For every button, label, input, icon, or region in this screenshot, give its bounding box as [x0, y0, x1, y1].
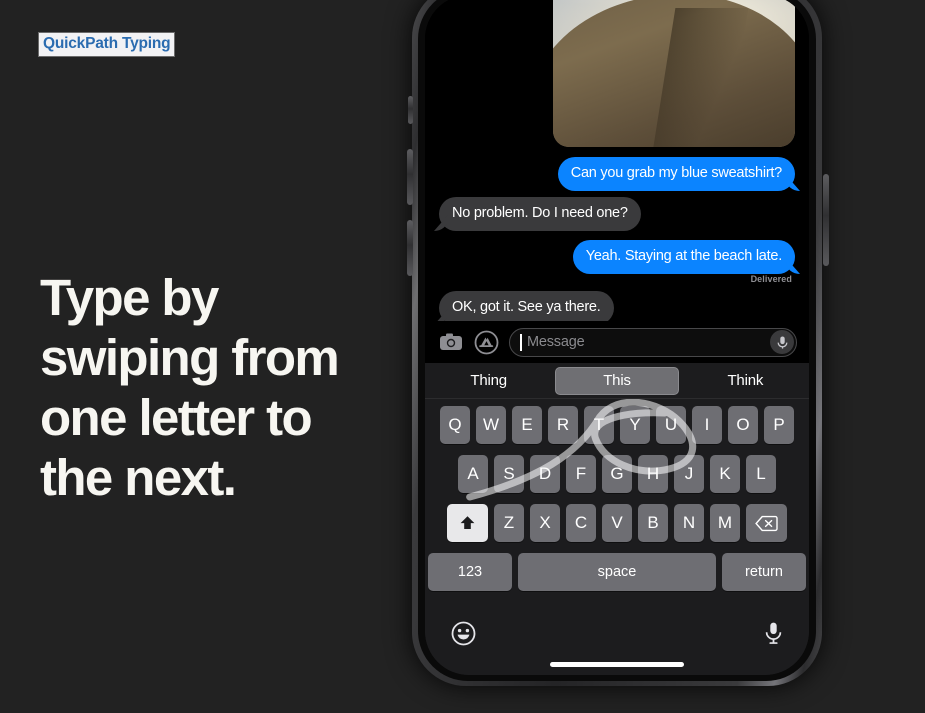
- camera-icon[interactable]: [437, 329, 464, 356]
- backspace-icon: [755, 515, 778, 531]
- shift-arrow-icon: [460, 516, 475, 529]
- message-bubble-incoming[interactable]: No problem. Do I need one?: [439, 197, 641, 231]
- prediction-think[interactable]: Think: [685, 367, 806, 395]
- backspace-key[interactable]: [746, 504, 787, 542]
- key-s[interactable]: S: [494, 455, 524, 493]
- message-bubble-outgoing[interactable]: Can you grab my blue sweatshirt?: [557, 157, 795, 191]
- key-w[interactable]: W: [476, 406, 506, 444]
- silent-switch[interactable]: [408, 96, 413, 124]
- keyboard-row-2: A S D F G H J K L: [428, 455, 806, 493]
- key-f[interactable]: F: [566, 455, 596, 493]
- predictive-text-bar: Thing This Think: [425, 363, 809, 399]
- prediction-thing[interactable]: Thing: [428, 367, 549, 395]
- text-cursor: [520, 333, 522, 351]
- key-c[interactable]: C: [566, 504, 596, 542]
- key-x[interactable]: X: [530, 504, 560, 542]
- key-b[interactable]: B: [638, 504, 668, 542]
- key-p[interactable]: P: [764, 406, 794, 444]
- key-l[interactable]: L: [746, 455, 776, 493]
- keyboard-keys-area: Q W E R T Y U I O P A S D F G H J K L Z …: [425, 399, 809, 591]
- key-u[interactable]: U: [656, 406, 686, 444]
- side-power-button[interactable]: [823, 174, 829, 266]
- keyboard-row-1: Q W E R T Y U I O P: [428, 406, 806, 444]
- status-badge: Delivered: [750, 274, 792, 284]
- space-key[interactable]: space: [518, 553, 716, 591]
- message-input[interactable]: Message: [509, 327, 797, 357]
- microphone-icon[interactable]: [770, 330, 794, 354]
- message-input-bar: Message: [425, 321, 809, 363]
- feature-tag: QuickPath Typing: [37, 32, 176, 57]
- message-bubble-outgoing[interactable]: Yeah. Staying at the beach late.: [572, 240, 795, 274]
- key-n[interactable]: N: [674, 504, 704, 542]
- key-g[interactable]: G: [602, 455, 632, 493]
- volume-down-button[interactable]: [407, 220, 413, 276]
- numbers-key[interactable]: 123: [428, 553, 512, 591]
- key-v[interactable]: V: [602, 504, 632, 542]
- key-d[interactable]: D: [530, 455, 560, 493]
- key-k[interactable]: K: [710, 455, 740, 493]
- phone-screen: Can you grab my blue sweatshirt? No prob…: [425, 0, 809, 675]
- page-title: Type by swiping from one letter to the n…: [40, 269, 340, 506]
- emoji-smiley-icon[interactable]: [451, 621, 476, 651]
- shift-key[interactable]: [447, 504, 488, 542]
- iphone-mockup: Can you grab my blue sweatshirt? No prob…: [404, 0, 832, 704]
- key-q[interactable]: Q: [440, 406, 470, 444]
- app-store-icon[interactable]: [473, 329, 500, 356]
- key-j[interactable]: J: [674, 455, 704, 493]
- key-y[interactable]: Y: [620, 406, 650, 444]
- keyboard-row-4: 123 space return: [428, 553, 806, 591]
- keyboard-row-3: Z X C V B N M: [428, 504, 806, 542]
- volume-up-button[interactable]: [407, 149, 413, 205]
- key-e[interactable]: E: [512, 406, 542, 444]
- home-indicator-bar[interactable]: [550, 662, 684, 667]
- message-placeholder: Message: [527, 334, 585, 350]
- marketing-panel: QuickPath Typing Type by swiping from on…: [0, 0, 420, 713]
- key-m[interactable]: M: [710, 504, 740, 542]
- return-key[interactable]: return: [722, 553, 806, 591]
- onscreen-keyboard: Thing This Think Q W E R T Y U I O P A S…: [425, 363, 809, 675]
- key-o[interactable]: O: [728, 406, 758, 444]
- dictation-microphone-icon[interactable]: [764, 621, 783, 650]
- prediction-this[interactable]: This: [555, 366, 679, 395]
- key-h[interactable]: H: [638, 455, 668, 493]
- key-i[interactable]: I: [692, 406, 722, 444]
- key-a[interactable]: A: [458, 455, 488, 493]
- key-r[interactable]: R: [548, 406, 578, 444]
- sand-dune-photo[interactable]: [553, 0, 795, 147]
- keyboard-bottom-bar: [425, 613, 809, 675]
- key-t[interactable]: T: [584, 406, 614, 444]
- message-bubble-incoming[interactable]: OK, got it. See ya there.: [439, 291, 614, 325]
- key-z[interactable]: Z: [494, 504, 524, 542]
- screenshot-root: QuickPath Typing Type by swiping from on…: [0, 0, 925, 713]
